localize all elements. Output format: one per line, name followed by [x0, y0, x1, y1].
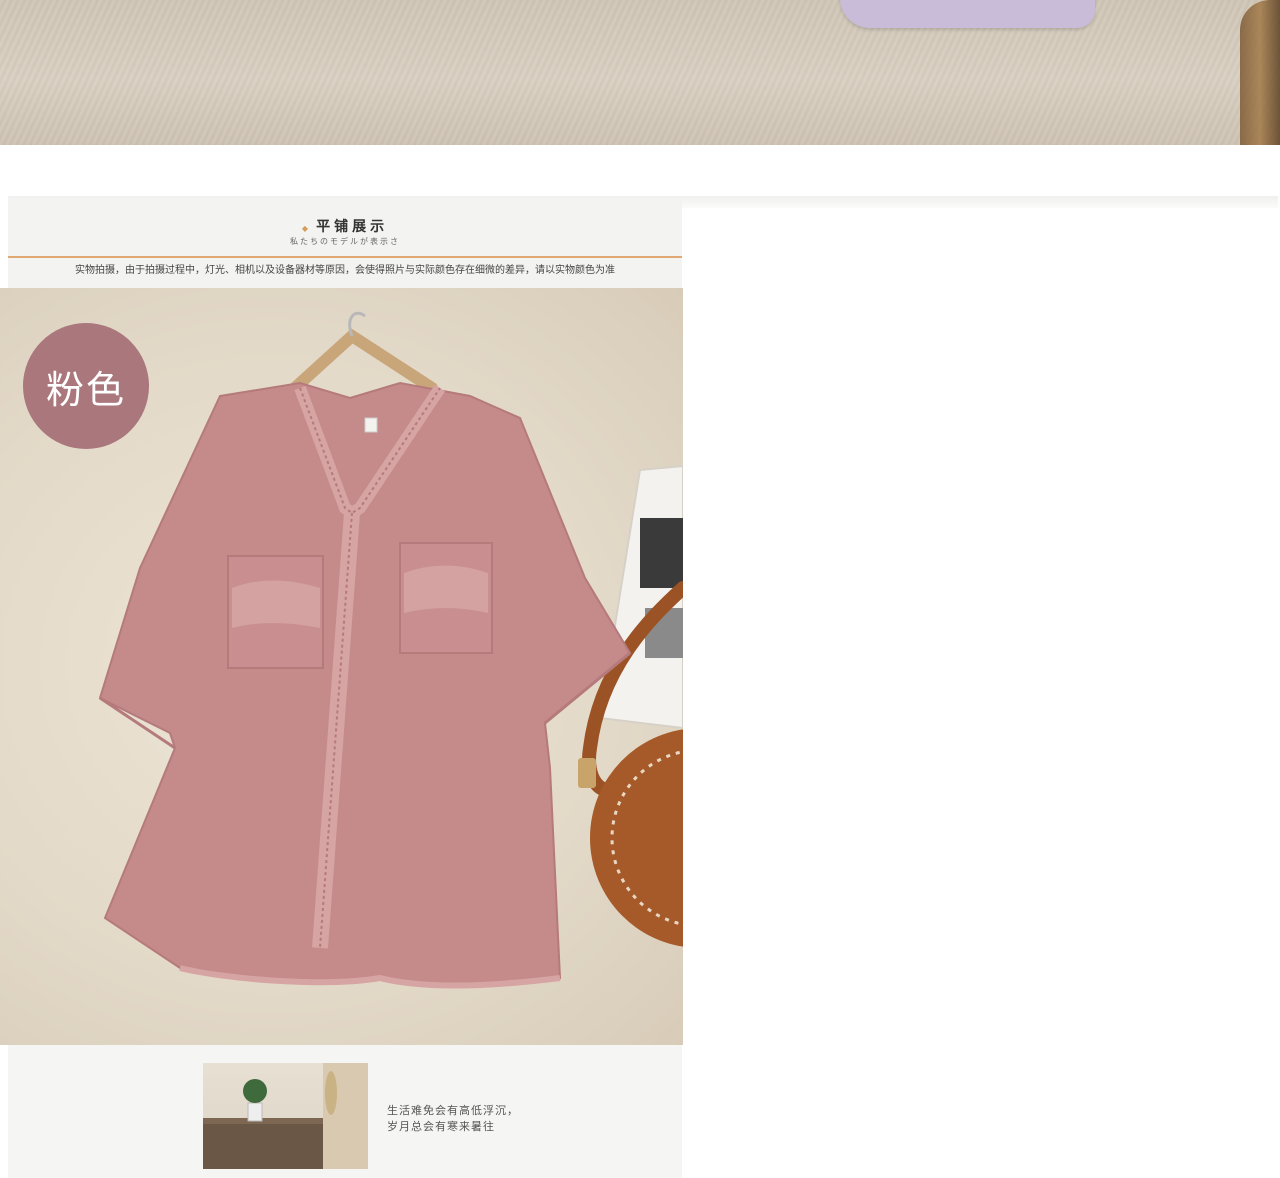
title-ornament-icon: ◆ [301, 224, 313, 233]
section-title: ◆ 平铺展示 [8, 216, 682, 236]
section-title-text: 平铺展示 [316, 219, 389, 235]
section-subtitle: 私たちのモデルが表示さ [290, 237, 400, 246]
footer-quote-line-2: 岁月总会有寒来暑往 [387, 1120, 495, 1133]
footer-quote: 生活难免会有高低浮沉， 岁月总会有寒来暑往 [387, 1103, 519, 1135]
color-notice: 实物拍摄，由于拍摄过程中，灯光、相机以及设备器材等原因，会使得照片与实际颜色存在… [75, 265, 615, 276]
footer-quote-line-1: 生活难免会有高低浮沉， [387, 1104, 519, 1117]
top-product-photo [0, 0, 1280, 145]
section-header: ◆ 平铺展示 私たちのモデルが表示さ 实物拍摄，由于拍摄过程中，灯光、相机以及设备… [8, 198, 682, 288]
footer-panel: 生活难免会有高低浮沉， 岁月总会有寒来暑往 [8, 1045, 682, 1178]
divider [8, 256, 682, 258]
pink-shirt [98, 381, 632, 989]
wicker-basket [1240, 0, 1280, 145]
color-badge: 粉色 [23, 323, 149, 449]
footer-lifestyle-photo [203, 1063, 368, 1169]
lavender-garment-edge [840, 0, 1095, 28]
